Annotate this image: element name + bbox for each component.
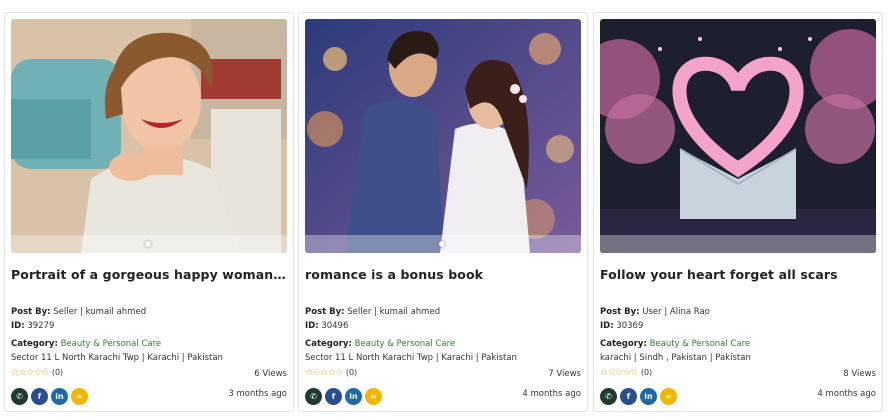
link-icon[interactable]: ∞ (71, 388, 88, 405)
post-by: Post By: Seller | kumail ahmed (11, 307, 147, 317)
listing-id: ID: 30369 (600, 321, 644, 331)
category: Category: Beauty & Personal Care (11, 339, 162, 349)
time-ago: 3 months ago (228, 389, 287, 399)
post-by: Post By: Seller | kumail ahmed (305, 307, 441, 317)
listing-id: ID: 30496 (305, 321, 349, 331)
share-buttons: ✆ f in ∞ (600, 388, 677, 405)
category: Category: Beauty & Personal Care (600, 339, 751, 349)
rating-count: (0) (51, 368, 64, 377)
share-buttons: ✆ f in ∞ (11, 388, 88, 405)
post-by-value: Seller | kumail ahmed (53, 307, 147, 317)
share-buttons: ✆ f in ∞ (305, 388, 382, 405)
category-value[interactable]: Beauty & Personal Care (61, 339, 162, 349)
listing-id-value: 30496 (321, 321, 349, 331)
time-ago: 4 months ago (522, 389, 581, 399)
linkedin-icon[interactable]: in (640, 388, 657, 405)
post-by-value: Seller | kumail ahmed (347, 307, 441, 317)
whatsapp-icon[interactable]: ✆ (11, 388, 28, 405)
category-value[interactable]: Beauty & Personal Care (355, 339, 456, 349)
facebook-icon[interactable]: f (31, 388, 48, 405)
listing-image[interactable] (600, 19, 876, 253)
listing-title[interactable]: Follow your heart forget all scars (600, 267, 876, 282)
whatsapp-icon[interactable]: ✆ (305, 388, 322, 405)
whatsapp-icon[interactable]: ✆ (600, 388, 617, 405)
carousel-dot[interactable] (145, 241, 151, 247)
view-count: 7 Views (548, 369, 581, 379)
rating-count: (0) (345, 368, 358, 377)
listing-id: ID: 39279 (11, 321, 55, 331)
listing-card[interactable]: Portrait of a gorgeous happy woman by ..… (4, 12, 294, 412)
listing-id-value: 39279 (27, 321, 55, 331)
category-value[interactable]: Beauty & Personal Care (650, 339, 751, 349)
romantic-couple-photo (305, 19, 581, 253)
facebook-icon[interactable]: f (325, 388, 342, 405)
location: Sector 11 L North Karachi Twp | Karachi … (305, 353, 517, 363)
star-rating: ☆☆☆☆☆ (0) (11, 368, 64, 378)
listing-title[interactable]: Portrait of a gorgeous happy woman by ..… (11, 267, 287, 282)
listing-image[interactable] (305, 19, 581, 253)
vintage-woman-photo (11, 19, 287, 253)
link-icon[interactable]: ∞ (660, 388, 677, 405)
listing-card[interactable]: romance is a bonus book Post By: Seller … (298, 12, 588, 412)
category: Category: Beauty & Personal Care (305, 339, 456, 349)
facebook-icon[interactable]: f (620, 388, 637, 405)
link-icon[interactable]: ∞ (365, 388, 382, 405)
linkedin-icon[interactable]: in (51, 388, 68, 405)
rating-count: (0) (640, 368, 653, 377)
listing-id-value: 30369 (616, 321, 644, 331)
post-by-value: User | Alina Rao (642, 307, 710, 317)
view-count: 8 Views (843, 369, 876, 379)
listing-title[interactable]: romance is a bonus book (305, 267, 581, 282)
listing-image[interactable] (11, 19, 287, 253)
star-rating: ☆☆☆☆☆ (0) (305, 368, 358, 378)
star-rating: ☆☆☆☆☆ (0) (600, 368, 653, 378)
view-count: 6 Views (254, 369, 287, 379)
post-by: Post By: User | Alina Rao (600, 307, 710, 317)
carousel-dot[interactable] (439, 241, 445, 247)
time-ago: 4 months ago (817, 389, 876, 399)
listing-grid: Portrait of a gorgeous happy woman by ..… (0, 0, 888, 420)
listing-card[interactable]: Follow your heart forget all scars Post … (593, 12, 883, 412)
location: Sector 11 L North Karachi Twp | Karachi … (11, 353, 223, 363)
location: karachi | Sindh , Pakistan | Pakistan (600, 353, 751, 363)
heart-envelope-photo (600, 19, 876, 253)
linkedin-icon[interactable]: in (345, 388, 362, 405)
